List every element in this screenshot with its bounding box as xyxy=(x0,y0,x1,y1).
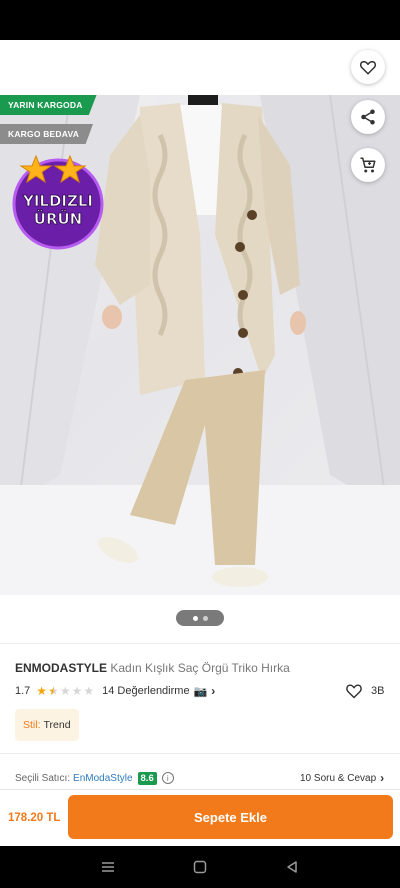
gallery-pagination[interactable] xyxy=(176,610,224,626)
rating-row: 1.7 ★ ★ ★ ★ ★ 14 Değerlendirme 📷 › xyxy=(15,684,215,698)
back-button[interactable] xyxy=(12,54,42,82)
arrow-left-icon xyxy=(19,61,35,75)
product-brand[interactable]: ENMODASTYLE xyxy=(15,661,107,675)
divider xyxy=(0,643,400,644)
star-full-icon: ★ xyxy=(36,684,48,698)
cart-button[interactable] xyxy=(351,148,385,182)
chevron-right-icon: › xyxy=(211,684,216,698)
star-empty-icon: ★ xyxy=(71,684,83,698)
star-empty-icon: ★ xyxy=(59,684,71,698)
rating-stars: ★ ★ ★ ★ ★ xyxy=(36,685,94,697)
divider xyxy=(0,753,400,754)
favorite-button[interactable] xyxy=(351,50,385,84)
qa-label: 10 Soru & Cevap xyxy=(300,772,377,784)
gallery-dot[interactable] xyxy=(202,615,208,621)
cart-icon xyxy=(360,157,376,173)
menu-button[interactable] xyxy=(98,858,118,876)
share-button[interactable] xyxy=(351,100,385,134)
status-bar xyxy=(0,0,400,40)
chevron-right-icon: › xyxy=(380,771,385,785)
gallery-dot-active[interactable] xyxy=(192,615,198,621)
favorite-count-value: 3B xyxy=(371,685,385,697)
star-badge-line2: ÜRÜN xyxy=(34,209,82,228)
square-home-icon xyxy=(193,860,207,874)
free-shipping-badge: KARGO BEDAVA xyxy=(0,124,94,144)
style-label: Stil: xyxy=(23,719,41,731)
delivery-badge: YARIN KARGODA xyxy=(0,95,97,115)
rating-value: 1.7 xyxy=(15,685,31,697)
heart-icon xyxy=(359,61,377,75)
triangle-back-icon xyxy=(287,861,297,873)
reviews-count: 14 Değerlendirme xyxy=(102,685,190,697)
style-value: Trend xyxy=(43,719,71,731)
add-to-cart-button[interactable]: Sepete Ekle xyxy=(68,795,393,839)
share-icon xyxy=(361,109,375,125)
star-empty-icon: ★ xyxy=(83,684,95,698)
style-tag: Stil: Trend xyxy=(15,709,79,741)
product-name: Kadın Kışlık Saç Örgü Triko Hırka xyxy=(110,661,290,675)
favorite-count[interactable]: 3B xyxy=(345,683,384,699)
info-icon[interactable]: i xyxy=(161,772,174,784)
reviews-link[interactable]: 14 Değerlendirme 📷 › xyxy=(102,684,215,698)
star-product-badge: YILDIZLI ÜRÜN xyxy=(12,154,104,250)
nav-back-button[interactable] xyxy=(282,858,302,876)
header xyxy=(0,40,400,95)
star-half-icon: ★ xyxy=(48,684,59,698)
seller-name-link[interactable]: EnModaStyle xyxy=(73,773,132,784)
product-price: 178.20 TL xyxy=(8,812,61,824)
camera-icon: 📷 xyxy=(193,685,208,698)
heart-outline-icon xyxy=(346,684,362,699)
home-button[interactable] xyxy=(190,858,210,876)
product-title: ENMODASTYLE Kadın Kışlık Saç Örgü Triko … xyxy=(15,661,390,675)
seller-score-badge: 8.6 xyxy=(137,771,157,785)
seller-label: Seçili Satıcı: xyxy=(15,772,71,784)
star-badge-line1: YILDIZLI xyxy=(22,192,93,210)
menu-icon xyxy=(102,862,114,872)
questions-answers-link[interactable]: 10 Soru & Cevap › xyxy=(300,771,384,785)
